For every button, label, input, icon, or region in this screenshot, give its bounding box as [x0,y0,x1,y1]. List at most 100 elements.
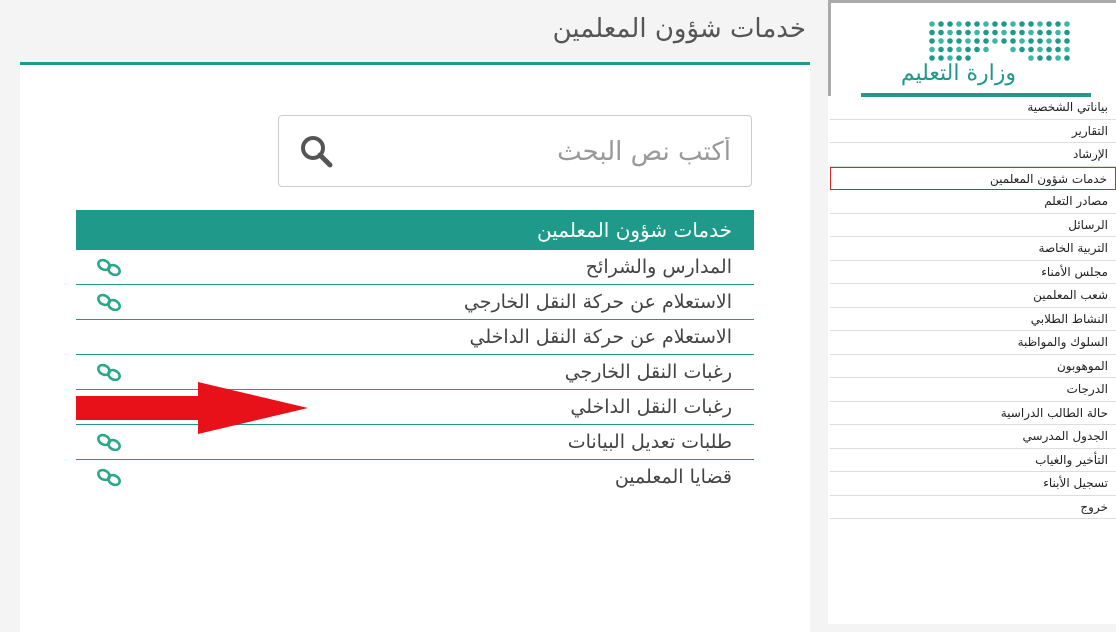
logo-dot [947,46,953,53]
page-title: خدمات شؤون المعلمين [552,14,806,44]
service-row[interactable]: المدارس والشرائح [76,250,754,285]
sidebar-menu-item[interactable]: مصادر التعلم [830,190,1116,214]
logo-dot [965,38,971,44]
sidebar-menu-item[interactable]: الإرشاد [830,143,1116,167]
service-row-label: رغبات النقل الخارجي [564,361,732,383]
sidebar-menu-item[interactable]: الرسائل [830,214,1116,237]
logo-dot [956,46,962,53]
logo-dot [965,21,971,27]
sidebar-menu-item[interactable]: شعب المعلمين [830,284,1116,308]
link-icon[interactable] [96,293,122,311]
sidebar-menu-item[interactable]: خدمات شؤون المعلمين [830,166,1116,190]
search-input[interactable] [389,128,733,176]
link-icon[interactable] [96,433,122,451]
sidebar-menu-item[interactable]: الجدول المدرسي [830,425,1116,449]
sidebar: وزارة التعليم بياناتي الشخصية التقارير الإ… [828,0,1116,624]
logo-dot [974,46,980,53]
logo-dot [1019,46,1025,53]
logo-dot [983,38,989,44]
logo-dot [974,21,980,27]
logo-dot [1055,46,1061,53]
logo-dot [1055,21,1061,27]
logo-dot [1064,46,1070,53]
logo-dot [1037,21,1043,27]
logo-dot [1028,55,1034,61]
logo-dot [974,38,980,44]
service-row-label: طلبات تعديل البيانات [567,431,732,453]
link-icon[interactable] [96,363,122,381]
logo-dot [929,55,935,61]
sidebar-menu-item[interactable]: حالة الطالب الدراسية [830,402,1116,425]
logo-dot [1037,29,1043,36]
logo-dot [1019,21,1025,27]
service-row-label: المدارس والشرائح [585,256,732,278]
logo-dot [929,29,935,36]
link-icon[interactable] [96,258,122,276]
service-row-label: الاستعلام عن حركة النقل الخارجي [463,291,732,313]
sidebar-menu-item[interactable]: تسجيل الأبناء [830,472,1116,496]
logo-dot [947,38,953,44]
logo-dot [1001,29,1007,36]
logo-dot [1055,38,1061,44]
search-box[interactable] [278,115,752,187]
service-row[interactable]: قضايا المعلمين [76,460,754,494]
logo-dot [1028,46,1034,53]
services-table: خدمات شؤون المعلمين المدارس والشرائح الاس… [76,210,754,494]
red-arrow-icon [76,382,308,434]
sidebar-menu-item[interactable]: التأخير والغياب [830,449,1116,472]
logo-dot [992,38,998,44]
logo-dot [938,38,944,44]
logo-dot [1010,46,1016,53]
logo-dot [1064,21,1070,27]
sidebar-menu-item[interactable]: التقارير [830,120,1116,143]
logo-dots-icon [929,21,1070,61]
sidebar-menu-item[interactable]: خروج [830,496,1116,519]
logo-dot [1046,29,1052,36]
sidebar-menu-item[interactable]: بياناتي الشخصية [830,96,1116,120]
logo-dot [938,21,944,27]
logo-dot [947,55,953,61]
services-table-header: خدمات شؤون المعلمين [76,210,754,250]
logo-dot [1046,46,1052,53]
logo-dot [983,46,989,53]
logo-dot [1028,38,1034,44]
sidebar-menu-item[interactable]: الموهوبون [830,355,1116,378]
logo-dot [992,21,998,27]
logo-dot [1055,55,1061,61]
logo-dot [992,29,998,36]
logo-dot [1064,38,1070,44]
logo-dot [929,21,935,27]
logo-dot [1046,21,1052,27]
service-row[interactable]: الاستعلام عن حركة النقل الداخلي [76,320,754,355]
logo-dot [956,38,962,44]
link-icon[interactable] [96,468,122,486]
logo-dot [938,29,944,36]
service-row-label: رغبات النقل الداخلي [570,396,732,418]
service-row[interactable]: الاستعلام عن حركة النقل الخارجي [76,285,754,320]
logo-dot [1037,55,1043,61]
logo-dot [983,21,989,27]
logo-dot [1001,21,1007,27]
logo-dot [1010,29,1016,36]
logo-dot [956,55,962,61]
service-row-label: قضايا المعلمين [614,466,732,488]
logo-dot [974,29,980,36]
logo-dot [1046,55,1052,61]
sidebar-menu-item[interactable]: مجلس الأمناء [830,261,1116,284]
logo-dot [1064,55,1070,61]
logo-dot [965,29,971,36]
sidebar-menu-item[interactable]: السلوك والمواظبة [830,331,1116,355]
logo-dot [1046,38,1052,44]
logo-dot [947,29,953,36]
logo-dot [1037,38,1043,44]
logo-text: وزارة التعليم [900,61,1016,86]
logo-dot [1010,21,1016,27]
logo-dot [956,29,962,36]
ministry-logo: وزارة التعليم [828,0,1116,97]
logo-dot [1019,29,1025,36]
sidebar-menu-item[interactable]: الدرجات [830,378,1116,402]
sidebar-menu-item[interactable]: التربية الخاصة [830,237,1116,261]
search-icon[interactable] [299,134,333,168]
sidebar-menu-item[interactable]: النشاط الطلابي [830,308,1116,331]
logo-dot [1055,29,1061,36]
